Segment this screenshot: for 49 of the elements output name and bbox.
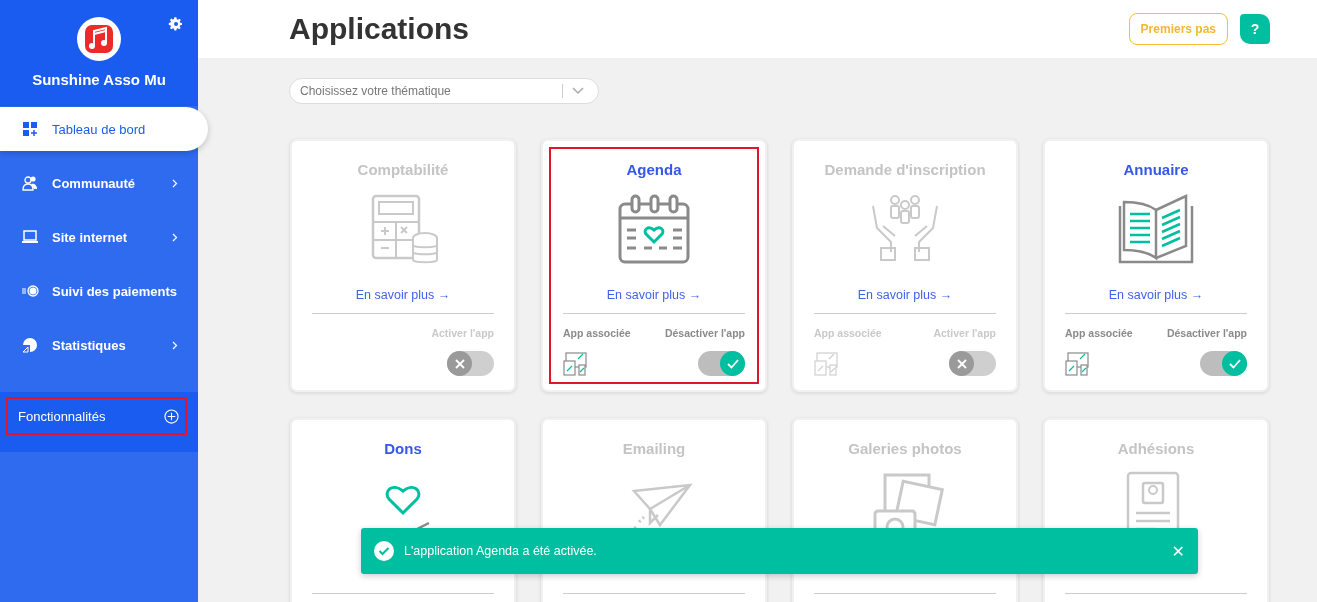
check-icon <box>726 358 739 369</box>
nav-item[interactable]: Site internet <box>0 215 198 259</box>
nav-item[interactable]: Suivi des paiements <box>0 269 198 313</box>
app-title: Demande d'inscription <box>824 161 986 178</box>
learn-more-link[interactable]: En savoir plus → <box>1108 288 1204 302</box>
app-title: Agenda <box>626 161 682 178</box>
check-circle-icon <box>374 541 394 561</box>
toggle-switch[interactable] <box>949 351 996 376</box>
devices-icon <box>1065 351 1089 376</box>
pie-chart-icon <box>21 337 39 353</box>
coin-icon <box>21 283 39 299</box>
learn-more-link[interactable]: En savoir plus → <box>857 288 953 302</box>
close-icon <box>956 358 967 369</box>
open-book-icon <box>1116 192 1196 266</box>
add-icon <box>164 408 179 424</box>
associated-app-label: App associée <box>563 327 631 339</box>
nav-item[interactable]: Statistiques <box>0 323 198 367</box>
toast-message: L'application Agenda a été activée. <box>404 544 598 558</box>
organization-name: Sunshine Asso Mu <box>32 71 166 88</box>
select-placeholder: Choisissez votre thématique <box>300 84 452 98</box>
settings-icon[interactable] <box>168 16 184 32</box>
app-title: Galeries photos <box>848 440 962 457</box>
chevron-down-icon <box>572 87 584 95</box>
laptop-icon <box>21 229 39 245</box>
toggle-switch[interactable] <box>447 351 494 376</box>
close-icon <box>454 358 465 369</box>
logo-icon <box>77 17 121 61</box>
devices-icon <box>814 351 838 376</box>
page-title: Applications <box>289 12 469 46</box>
associated-app-label: App associée <box>1065 327 1133 339</box>
nav-item[interactable]: Communauté <box>0 161 198 205</box>
nav-item[interactable]: Tableau de bord <box>0 107 208 151</box>
features-button[interactable]: Fonctionnalités <box>6 397 187 435</box>
app-title: Annuaire <box>1123 161 1189 178</box>
people-icon <box>21 175 39 191</box>
toggle-switch[interactable] <box>698 351 745 376</box>
app-title: Adhésions <box>1117 440 1195 457</box>
devices-icon <box>563 351 587 376</box>
toggle-label: Désactiver l'app <box>1166 327 1247 339</box>
app-title: Comptabilité <box>357 161 449 178</box>
app-title: Dons <box>384 440 422 457</box>
check-icon <box>1228 358 1241 369</box>
app-title: Emailing <box>622 440 686 457</box>
dashboard-icon <box>21 121 39 137</box>
theme-select[interactable]: Choisissez votre thématique <box>289 78 599 104</box>
toggle-label: Désactiver l'app <box>664 327 745 339</box>
learn-more-link[interactable]: En savoir plus → <box>606 288 702 302</box>
learn-more-link[interactable]: En savoir plus → <box>355 288 451 302</box>
toggle-switch[interactable] <box>1200 351 1247 376</box>
